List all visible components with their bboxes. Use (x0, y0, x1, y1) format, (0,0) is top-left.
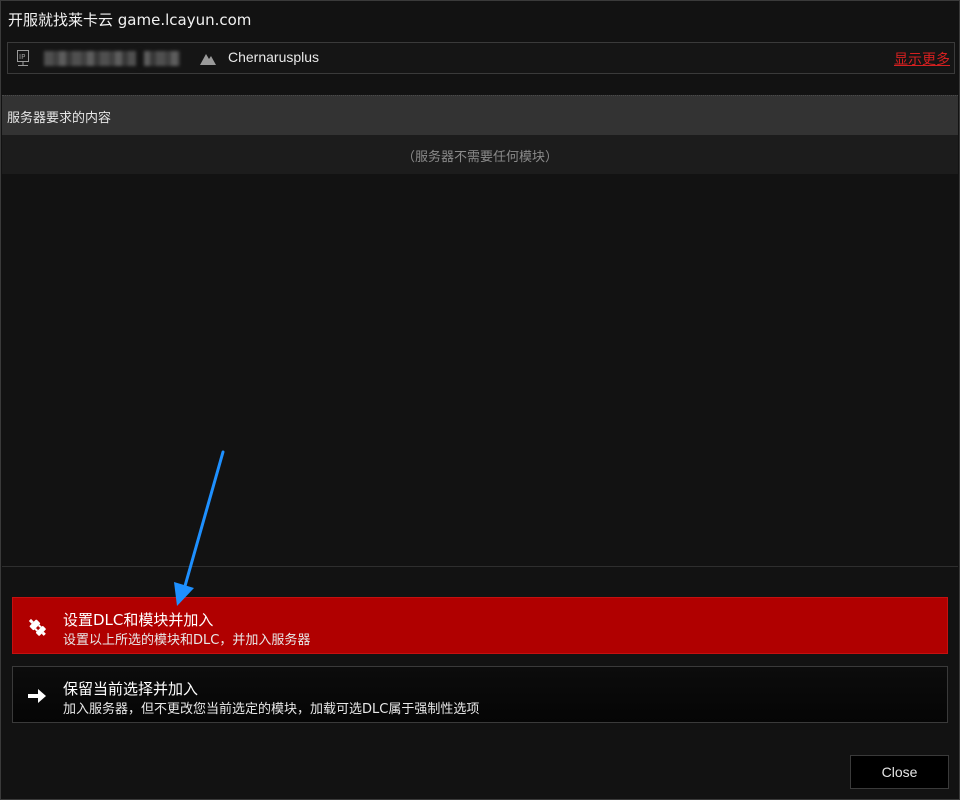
setup-dlc-and-join-label: 设置DLC和模块并加入 (63, 611, 214, 629)
keep-selection-and-join-description: 加入服务器，但不更改您当前选定的模块，加载可选DLC属于强制性选项 (63, 702, 480, 717)
requirements-empty-row: （服务器不需要任何模块） (2, 135, 958, 174)
ip-address-icon: IP (17, 50, 29, 66)
plug-icon (28, 618, 46, 636)
server-map-name: Chernarusplus (228, 49, 320, 65)
close-button[interactable]: Close (850, 755, 949, 789)
mountain-map-icon (200, 54, 216, 65)
keep-selection-and-join-button[interactable]: 保留当前选择并加入 加入服务器，但不更改您当前选定的模块，加载可选DLC属于强制… (12, 666, 948, 723)
server-join-dialog: 开服就找莱卡云 game.lcayun.com IP Chernarusplus… (0, 0, 960, 800)
setup-dlc-and-join-button[interactable]: 设置DLC和模块并加入 设置以上所选的模块和DLC，并加入服务器 (12, 597, 948, 654)
setup-dlc-and-join-description: 设置以上所选的模块和DLC，并加入服务器 (63, 633, 311, 648)
show-more-link[interactable]: 显示更多 (894, 49, 950, 69)
server-ip-redacted (44, 49, 180, 68)
svg-text:IP: IP (19, 53, 25, 61)
keep-selection-and-join-label: 保留当前选择并加入 (63, 680, 199, 698)
arrow-right-icon (28, 689, 46, 703)
window-title: 开服就找莱卡云 game.lcayun.com (8, 11, 252, 29)
actions-divider (2, 566, 958, 567)
requirements-header: 服务器要求的内容 (2, 95, 958, 135)
requirements-empty-text: （服务器不需要任何模块） (401, 150, 558, 165)
requirements-header-label: 服务器要求的内容 (7, 111, 112, 126)
server-info-bar: IP Chernarusplus 显示更多 (7, 42, 955, 74)
